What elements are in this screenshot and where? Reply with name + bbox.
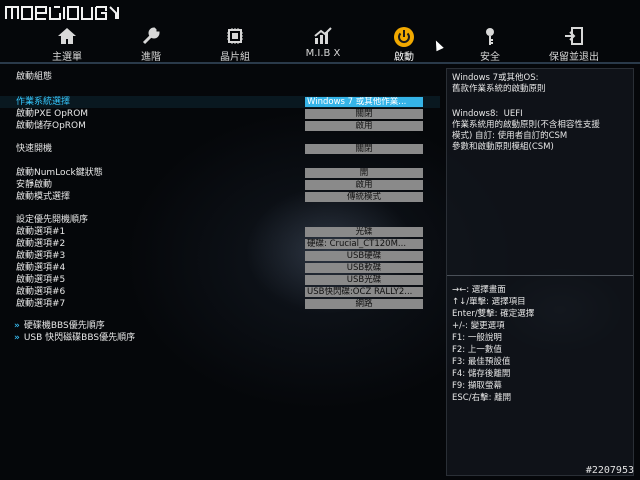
link-hdd-bbs-priority[interactable]: » 硬碟機BBS優先順序: [14, 320, 105, 332]
setting-value[interactable]: 關閉: [305, 109, 423, 119]
help-text: 舊款作業系統的啟動原則: [452, 84, 546, 94]
boot-option-6[interactable]: 啟動選項#6 USB快閃碟:OCZ RALLY2...: [0, 286, 440, 298]
setting-pxe-oprom[interactable]: 啟動PXE OpROM 關閉: [0, 108, 440, 120]
setting-label: 作業系統選擇: [16, 97, 71, 107]
key-hint: Enter/雙擊: 確定選擇: [452, 309, 535, 319]
key-hint: F3: 最佳預設值: [452, 357, 511, 367]
nav-mibx-label: M.I.B X: [305, 48, 341, 59]
key-hint: →←: 選擇畫面: [452, 285, 506, 295]
boot-option-1[interactable]: 啟動選項#1 光碟: [0, 226, 440, 238]
link-usb-bbs-priority[interactable]: » USB 快閃磁碟BBS優先順序: [14, 332, 135, 344]
boot-option-label: 啟動選項#3: [16, 251, 66, 261]
nav-save-exit[interactable]: 保留並退出: [534, 24, 614, 63]
settings-panel: 啟動組態 作業系統選擇 Windows 7 或其他作業... 啟動PXE OpR…: [0, 64, 440, 480]
nav-chipset[interactable]: 晶片組: [195, 24, 275, 63]
nav-security[interactable]: 安全: [450, 24, 530, 63]
key-hint: +/-: 變更選項: [452, 321, 505, 331]
key-hint: ESC/右擊: 離開: [452, 393, 512, 403]
boot-option-3[interactable]: 啟動選項#3 USB硬碟: [0, 250, 440, 262]
setting-label: 啟動NumLock鍵狀態: [16, 168, 103, 178]
nav-chipset-label: 晶片組: [220, 52, 250, 63]
double-chevron-icon: »: [14, 333, 20, 343]
setting-fast-boot[interactable]: 快速開機 關閉: [0, 143, 440, 155]
help-text: Windows 7或其他OS:: [452, 73, 539, 83]
boot-option-7[interactable]: 啟動選項#7 網路: [0, 298, 440, 310]
help-text: 作業系統用的啟動原則(不含相容性支援: [452, 120, 600, 130]
boot-option-value[interactable]: USB硬碟: [305, 251, 423, 261]
boot-option-label: 啟動選項#4: [16, 263, 66, 273]
setting-label: 快速開機: [16, 144, 53, 154]
setting-quiet-boot[interactable]: 安靜啟動 啟用: [0, 179, 440, 191]
nav-security-label: 安全: [480, 52, 500, 63]
setting-value[interactable]: 啟用: [305, 180, 423, 190]
chart-icon: [283, 26, 363, 48]
setting-os-selection[interactable]: 作業系統選擇 Windows 7 或其他作業...: [0, 96, 440, 108]
help-text: 參數和啟動原則模組(CSM): [452, 142, 554, 152]
boot-option-value[interactable]: USB快閃碟:OCZ RALLY2...: [305, 287, 423, 297]
nav-advanced-label: 進階: [141, 52, 161, 63]
top-navigation: 主選單 進階 晶片組 M.I.B X 啟動 安全 保留並退出: [0, 24, 640, 63]
boot-option-value[interactable]: USB軟碟: [305, 263, 423, 273]
boot-option-2[interactable]: 啟動選項#2 硬碟: Crucial_CT120M...: [0, 238, 440, 250]
key-hint: F4: 儲存後離開: [452, 369, 511, 379]
setting-boot-mode[interactable]: 啟動模式選擇 傳統模式: [0, 191, 440, 203]
boot-option-value[interactable]: 光碟: [305, 227, 423, 237]
section-title: 啟動組態: [16, 72, 53, 82]
wrench-icon: [111, 26, 191, 48]
help-text: Windows8: UEFI: [452, 109, 523, 119]
nav-main[interactable]: 主選單: [27, 24, 107, 63]
setting-label: 啟動PXE OpROM: [16, 109, 89, 119]
setting-storage-oprom[interactable]: 啟動儲存OpROM 啟用: [0, 120, 440, 132]
key-hint: F1: 一般說明: [452, 333, 502, 343]
key-icon: [450, 26, 530, 48]
setting-value[interactable]: 傳統模式: [305, 192, 423, 202]
chip-icon: [195, 26, 275, 48]
boot-option-label: 啟動選項#2: [16, 239, 66, 249]
setting-value[interactable]: 關閉: [305, 144, 423, 154]
setting-label: 啟動模式選擇: [16, 192, 71, 202]
nav-mibx[interactable]: M.I.B X: [283, 24, 363, 62]
boot-option-label: 啟動選項#7: [16, 299, 66, 309]
boot-option-value[interactable]: 硬碟: Crucial_CT120M...: [305, 239, 423, 249]
key-hint: F9: 擷取螢幕: [452, 381, 502, 391]
setting-label: 啟動儲存OpROM: [16, 121, 86, 131]
boot-option-label: 啟動選項#6: [16, 287, 66, 297]
home-icon: [27, 26, 107, 48]
boot-option-label: 啟動選項#5: [16, 275, 66, 285]
boot-option-value[interactable]: USB光碟: [305, 275, 423, 285]
key-hint: ↑↓/單擊: 選擇項目: [452, 297, 526, 307]
help-text: 模式) 自訂: 使用者自訂的CSM: [452, 131, 568, 141]
setting-label: 安靜啟動: [16, 180, 53, 190]
nav-save-exit-label: 保留並退出: [549, 52, 599, 63]
boot-option-value[interactable]: 網路: [305, 299, 423, 309]
key-hint: F2: 上一數值: [452, 345, 502, 355]
boot-option-label: 啟動選項#1: [16, 227, 66, 237]
logo-graphic: [5, 6, 119, 20]
setting-value[interactable]: 啟用: [305, 121, 423, 131]
setting-value[interactable]: 開: [305, 168, 423, 178]
boot-order-title: 設定優先開機順序: [16, 215, 89, 225]
watermark: #2207953: [585, 465, 634, 476]
setting-value[interactable]: Windows 7 或其他作業...: [305, 97, 423, 107]
exit-icon: [534, 26, 614, 48]
power-icon: [364, 26, 444, 48]
nav-advanced[interactable]: 進階: [111, 24, 191, 63]
nav-main-label: 主選單: [52, 52, 82, 63]
double-chevron-icon: »: [14, 321, 20, 331]
nav-boot-label: 啟動: [394, 52, 414, 63]
setting-numlock[interactable]: 啟動NumLock鍵狀態 開: [0, 167, 440, 179]
boot-option-5[interactable]: 啟動選項#5 USB光碟: [0, 274, 440, 286]
help-panel: Windows 7或其他OS: 舊款作業系統的啟動原則 Windows8: UE…: [446, 68, 634, 476]
help-divider: [447, 275, 633, 276]
boot-option-4[interactable]: 啟動選項#4 USB軟碟: [0, 262, 440, 274]
